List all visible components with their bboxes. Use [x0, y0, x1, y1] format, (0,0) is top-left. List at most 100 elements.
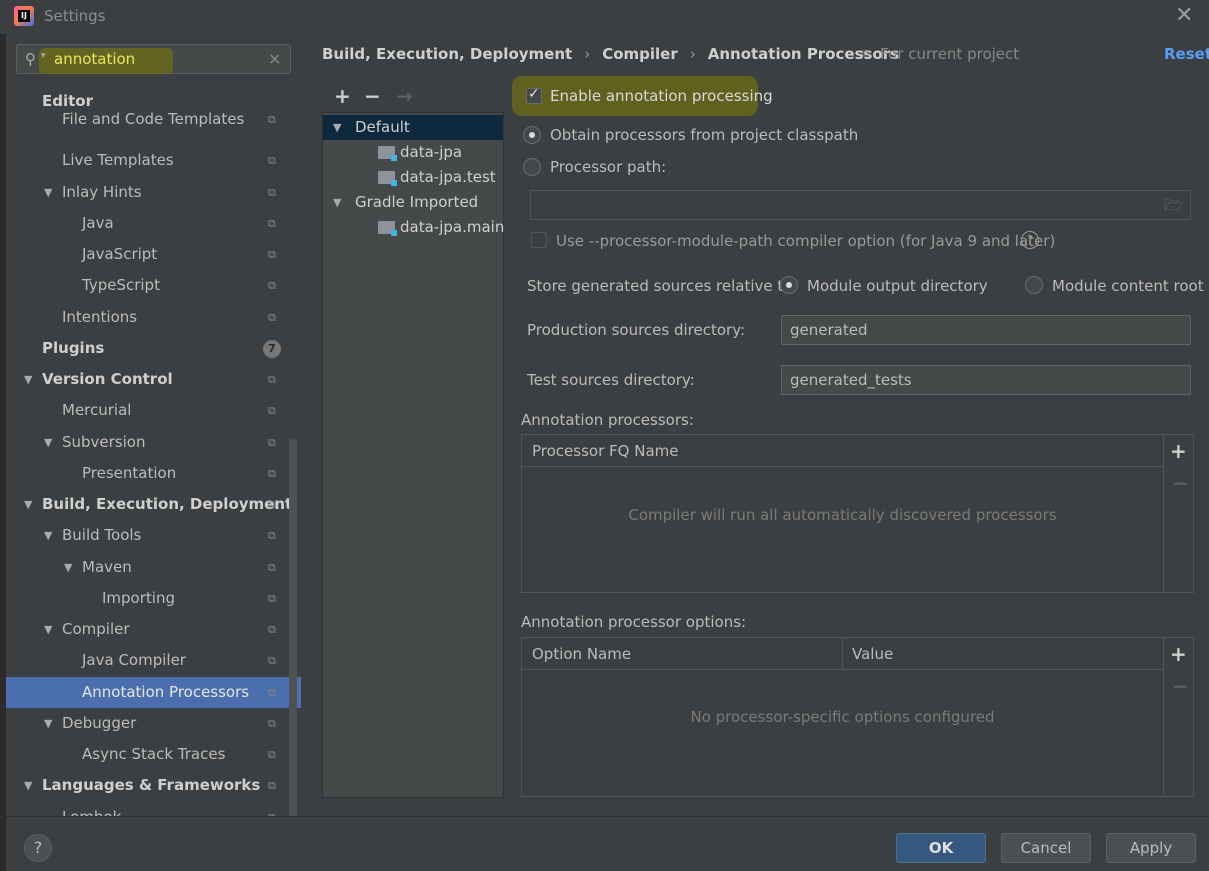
sidebar-item[interactable]: Intentions ⧉: [6, 302, 301, 333]
remove-processor-button[interactable]: −: [1172, 471, 1189, 495]
module-output-directory-label: Module output directory: [807, 277, 988, 295]
intellij-app-icon: IJ: [14, 6, 34, 26]
chevron-down-icon[interactable]: ▼: [333, 190, 341, 215]
processor-path-radio[interactable]: [523, 158, 541, 176]
annotation-processors-table[interactable]: Processor FQ Name Compiler will run all …: [521, 434, 1194, 593]
sidebar-item-label: Presentation: [82, 464, 177, 482]
profile-module-item[interactable]: data-jpa.main: [323, 215, 504, 240]
profile-item[interactable]: ▼ Gradle Imported: [323, 190, 503, 215]
processor-path-label: Processor path:: [550, 158, 667, 176]
sidebar-item[interactable]: ▼ Compiler ⧉: [6, 614, 301, 645]
sidebar-item[interactable]: ▼ Maven ⧉: [6, 552, 301, 583]
sidebar-item[interactable]: Java Compiler ⧉: [6, 645, 301, 676]
chevron-down-icon[interactable]: ▼: [24, 489, 32, 520]
cancel-button[interactable]: Cancel: [1001, 833, 1091, 863]
column-header-option-name[interactable]: Option Name: [532, 638, 631, 670]
project-scope-icon: ⧉: [268, 436, 276, 449]
sidebar-item[interactable]: Annotation Processors ⧉: [6, 677, 301, 708]
remove-profile-button[interactable]: −: [364, 84, 381, 108]
processor-path-field[interactable]: [530, 190, 1191, 220]
chevron-down-icon[interactable]: ▼: [24, 364, 32, 395]
help-question-icon[interactable]: ?: [1021, 231, 1039, 249]
module-content-root-radio[interactable]: [1025, 276, 1043, 294]
sidebar-item-label: Intentions: [62, 308, 138, 326]
sidebar-item[interactable]: Importing ⧉: [6, 583, 301, 614]
sidebar-item[interactable]: ▼ Build Tools ⧉: [6, 520, 301, 551]
chevron-down-icon[interactable]: ▼: [44, 708, 52, 739]
clear-search-icon[interactable]: ×: [268, 49, 281, 68]
sidebar-item[interactable]: ▼ Version Control ⧉: [6, 364, 301, 395]
sidebar-item[interactable]: Editor: [6, 90, 301, 112]
project-scope-icon: ⧉: [268, 654, 276, 667]
browse-folder-icon[interactable]: 🗁: [1164, 195, 1183, 220]
add-processor-button[interactable]: +: [1170, 439, 1187, 463]
chevron-down-icon[interactable]: ▼: [44, 614, 52, 645]
add-profile-button[interactable]: +: [334, 84, 351, 108]
profile-item[interactable]: ▼ Default: [323, 115, 503, 140]
sidebar-item[interactable]: Live Templates ⧉: [6, 145, 301, 176]
sidebar-item[interactable]: ▼ Inlay Hints ⧉: [6, 177, 301, 208]
enable-annotation-processing-checkbox[interactable]: [526, 86, 542, 104]
chevron-down-icon[interactable]: ▼: [44, 520, 52, 551]
production-dir-label: Production sources directory:: [527, 321, 746, 339]
remove-option-button[interactable]: −: [1172, 674, 1189, 698]
profile-module-item[interactable]: data-jpa.test: [323, 165, 503, 190]
processors-empty-text: Compiler will run all automatically disc…: [628, 506, 1057, 524]
search-history-dropdown-icon[interactable]: ▾: [41, 51, 46, 61]
search-input[interactable]: ⚲ ▾ annotation ×: [16, 44, 291, 74]
project-scope-icon: ⧉: [268, 154, 276, 167]
chevron-down-icon[interactable]: ▼: [333, 115, 341, 140]
sidebar-item[interactable]: Java ⧉: [6, 208, 301, 239]
move-to-profile-button[interactable]: →: [396, 84, 413, 108]
processor-options-table[interactable]: Option Name Value No processor-specific …: [521, 637, 1194, 797]
module-folder-icon: [378, 171, 397, 186]
module-content-root-label: Module content root: [1052, 277, 1204, 295]
help-button[interactable]: ?: [24, 834, 52, 862]
profile-module-item[interactable]: data-jpa: [323, 140, 503, 165]
chevron-down-icon[interactable]: ▼: [24, 770, 32, 801]
breadcrumb-item-build: Build, Execution, Deployment: [322, 45, 573, 63]
test-dir-field[interactable]: generated_tests: [781, 365, 1191, 395]
sidebar-item[interactable]: ▼ Debugger ⧉: [6, 708, 301, 739]
project-scope-icon: ⧉: [268, 373, 276, 386]
table-header: Option Name Value: [522, 638, 1163, 670]
sidebar-scrollbar[interactable]: [289, 439, 297, 816]
sidebar-item-label: Java Compiler: [82, 651, 186, 669]
close-icon[interactable]: ✕: [1175, 3, 1193, 29]
table-header: Processor FQ Name: [522, 435, 1163, 467]
module-folder-icon: [378, 221, 397, 236]
chevron-down-icon[interactable]: ▼: [64, 552, 72, 583]
sidebar-item[interactable]: Async Stack Traces ⧉: [6, 739, 301, 770]
sidebar-item[interactable]: ▼ Build, Execution, Deployment ⧉: [6, 489, 301, 520]
add-option-button[interactable]: +: [1170, 642, 1187, 666]
sidebar-item[interactable]: Lombok ⧉: [6, 802, 301, 816]
breadcrumb-item-compiler: Compiler: [602, 45, 678, 63]
module-output-directory-radio[interactable]: [780, 276, 798, 294]
apply-button[interactable]: Apply: [1106, 833, 1196, 863]
processor-module-path-checkbox[interactable]: [531, 232, 547, 248]
ok-button[interactable]: OK: [896, 833, 986, 863]
breadcrumb-separator-icon: ›: [689, 45, 696, 63]
scope-label: For current project: [880, 45, 1020, 63]
column-header-processor-fq-name[interactable]: Processor FQ Name: [532, 435, 678, 467]
sidebar-item[interactable]: ▼ Languages & Frameworks ⧉: [6, 770, 301, 801]
sidebar-item[interactable]: ▼ Subversion ⧉: [6, 427, 301, 458]
sidebar-item[interactable]: TypeScript ⧉: [6, 270, 301, 301]
chevron-down-icon[interactable]: ▼: [44, 427, 52, 458]
sidebar-item[interactable]: Plugins 7: [6, 333, 301, 364]
project-scope-icon: ⧉: [268, 467, 276, 480]
test-dir-label: Test sources directory:: [527, 371, 695, 389]
sidebar-item[interactable]: Mercurial ⧉: [6, 395, 301, 426]
sidebar-item[interactable]: Presentation ⧉: [6, 458, 301, 489]
reset-link[interactable]: Reset: [1164, 45, 1209, 63]
processor-options-title: Annotation processor options:: [521, 613, 747, 631]
production-dir-field[interactable]: generated: [781, 315, 1191, 345]
obtain-from-classpath-radio[interactable]: [523, 126, 541, 144]
column-header-value[interactable]: Value: [852, 638, 893, 670]
enable-annotation-processing-label: Enable annotation processing: [550, 87, 773, 105]
chevron-down-icon[interactable]: ▼: [44, 177, 52, 208]
processor-module-path-label: Use --processor-module-path compiler opt…: [556, 232, 1056, 250]
sidebar-item[interactable]: JavaScript ⧉: [6, 239, 301, 270]
sidebar-item-label: Editor: [42, 92, 93, 110]
breadcrumb: Build, Execution, Deployment › Compiler › An…: [322, 45, 899, 63]
